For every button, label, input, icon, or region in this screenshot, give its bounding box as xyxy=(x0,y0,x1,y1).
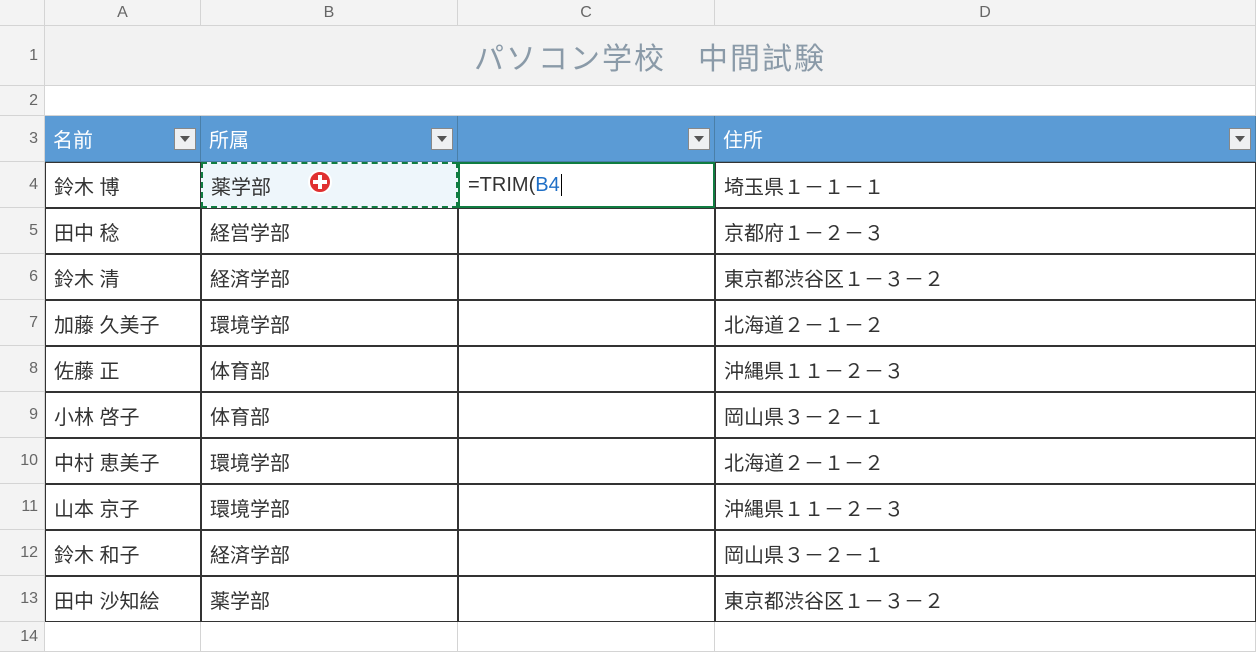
row-header-4[interactable]: 4 xyxy=(0,162,45,208)
formula-text: =TRIM(B4 xyxy=(468,174,562,197)
cell-C13[interactable] xyxy=(458,576,715,622)
cell-D14[interactable] xyxy=(715,622,1256,652)
cell-C10[interactable] xyxy=(458,438,715,484)
chevron-down-icon xyxy=(1235,136,1245,142)
cell-B7[interactable]: 環境学部 xyxy=(201,300,458,346)
cell-D12[interactable]: 岡山県３－２－１ xyxy=(715,530,1256,576)
cell-D6[interactable]: 東京都渋谷区１－３－２ xyxy=(715,254,1256,300)
row-header-9[interactable]: 9 xyxy=(0,392,45,438)
chevron-down-icon xyxy=(694,136,704,142)
cell-A10[interactable]: 中村 恵美子 xyxy=(45,438,201,484)
row-header-13[interactable]: 13 xyxy=(0,576,45,622)
cell-D4[interactable]: 埼玉県１－１－１ xyxy=(715,162,1256,208)
blank-row-2[interactable] xyxy=(45,86,1256,116)
cell-D13[interactable]: 東京都渋谷区１－３－２ xyxy=(715,576,1256,622)
header-label: 名前 xyxy=(53,124,93,153)
header-label: 所属 xyxy=(209,124,249,153)
select-all-corner[interactable] xyxy=(0,0,45,26)
col-header-C[interactable]: C xyxy=(458,0,715,26)
cell-B4-referenced[interactable]: 薬学部 xyxy=(201,162,458,208)
cell-A14[interactable] xyxy=(45,622,201,652)
cell-C7[interactable] xyxy=(458,300,715,346)
row-header-14[interactable]: 14 xyxy=(0,622,45,652)
row-header-10[interactable]: 10 xyxy=(0,438,45,484)
row-header-5[interactable]: 5 xyxy=(0,208,45,254)
row-header-7[interactable]: 7 xyxy=(0,300,45,346)
cell-D5[interactable]: 京都府１－２－３ xyxy=(715,208,1256,254)
cell-C6[interactable] xyxy=(458,254,715,300)
row-header-11[interactable]: 11 xyxy=(0,484,45,530)
cell-B11[interactable]: 環境学部 xyxy=(201,484,458,530)
col-header-B[interactable]: B xyxy=(201,0,458,26)
cell-C12[interactable] xyxy=(458,530,715,576)
cell-A8[interactable]: 佐藤 正 xyxy=(45,346,201,392)
cell-A9[interactable]: 小林 啓子 xyxy=(45,392,201,438)
cell-D11[interactable]: 沖縄県１１－２－３ xyxy=(715,484,1256,530)
cell-C8[interactable] xyxy=(458,346,715,392)
header-label: 住所 xyxy=(723,124,763,153)
cell-D9[interactable]: 岡山県３－２－１ xyxy=(715,392,1256,438)
row-header-2[interactable]: 2 xyxy=(0,86,45,116)
cell-C9[interactable] xyxy=(458,392,715,438)
row-header-3[interactable]: 3 xyxy=(0,116,45,162)
table-header-address[interactable]: 住所 xyxy=(715,116,1256,162)
col-header-A[interactable]: A xyxy=(45,0,201,26)
table-header-name[interactable]: 名前 xyxy=(45,116,201,162)
cell-value: 薬学部 xyxy=(211,171,271,200)
row-header-8[interactable]: 8 xyxy=(0,346,45,392)
cell-A11[interactable]: 山本 京子 xyxy=(45,484,201,530)
cell-C5[interactable] xyxy=(458,208,715,254)
chevron-down-icon xyxy=(437,136,447,142)
filter-button-dept[interactable] xyxy=(431,128,453,150)
cell-D10[interactable]: 北海道２－１－２ xyxy=(715,438,1256,484)
table-header-c[interactable] xyxy=(458,116,715,162)
cell-B12[interactable]: 経済学部 xyxy=(201,530,458,576)
cell-C11[interactable] xyxy=(458,484,715,530)
cell-B8[interactable]: 体育部 xyxy=(201,346,458,392)
reference-cursor-icon xyxy=(306,168,334,196)
table-header-dept[interactable]: 所属 xyxy=(201,116,458,162)
chevron-down-icon xyxy=(180,136,190,142)
cell-C4-editing[interactable]: =TRIM(B4 TRIM(文字列) xyxy=(458,162,715,208)
filter-button-address[interactable] xyxy=(1229,128,1251,150)
cell-B9[interactable]: 体育部 xyxy=(201,392,458,438)
cell-A5[interactable]: 田中 稔 xyxy=(45,208,201,254)
cell-B10[interactable]: 環境学部 xyxy=(201,438,458,484)
row-header-6[interactable]: 6 xyxy=(0,254,45,300)
cell-C14[interactable] xyxy=(458,622,715,652)
row-header-12[interactable]: 12 xyxy=(0,530,45,576)
cell-D8[interactable]: 沖縄県１１－２－３ xyxy=(715,346,1256,392)
spreadsheet-grid[interactable]: A B C D 1 パソコン学校 中間試験 2 3 名前 所属 住所 4 鈴木 … xyxy=(0,0,1258,652)
cell-D7[interactable]: 北海道２－１－２ xyxy=(715,300,1256,346)
cell-A7[interactable]: 加藤 久美子 xyxy=(45,300,201,346)
cell-A4[interactable]: 鈴木 博 xyxy=(45,162,201,208)
cell-A13[interactable]: 田中 沙知絵 xyxy=(45,576,201,622)
col-header-D[interactable]: D xyxy=(715,0,1256,26)
row-header-1[interactable]: 1 xyxy=(0,26,45,86)
cell-A12[interactable]: 鈴木 和子 xyxy=(45,530,201,576)
cell-B5[interactable]: 経営学部 xyxy=(201,208,458,254)
filter-button-c[interactable] xyxy=(688,128,710,150)
sheet-title[interactable]: パソコン学校 中間試験 xyxy=(45,26,1256,86)
cell-B14[interactable] xyxy=(201,622,458,652)
filter-button-name[interactable] xyxy=(174,128,196,150)
cell-B13[interactable]: 薬学部 xyxy=(201,576,458,622)
cell-B6[interactable]: 経済学部 xyxy=(201,254,458,300)
cell-A6[interactable]: 鈴木 清 xyxy=(45,254,201,300)
